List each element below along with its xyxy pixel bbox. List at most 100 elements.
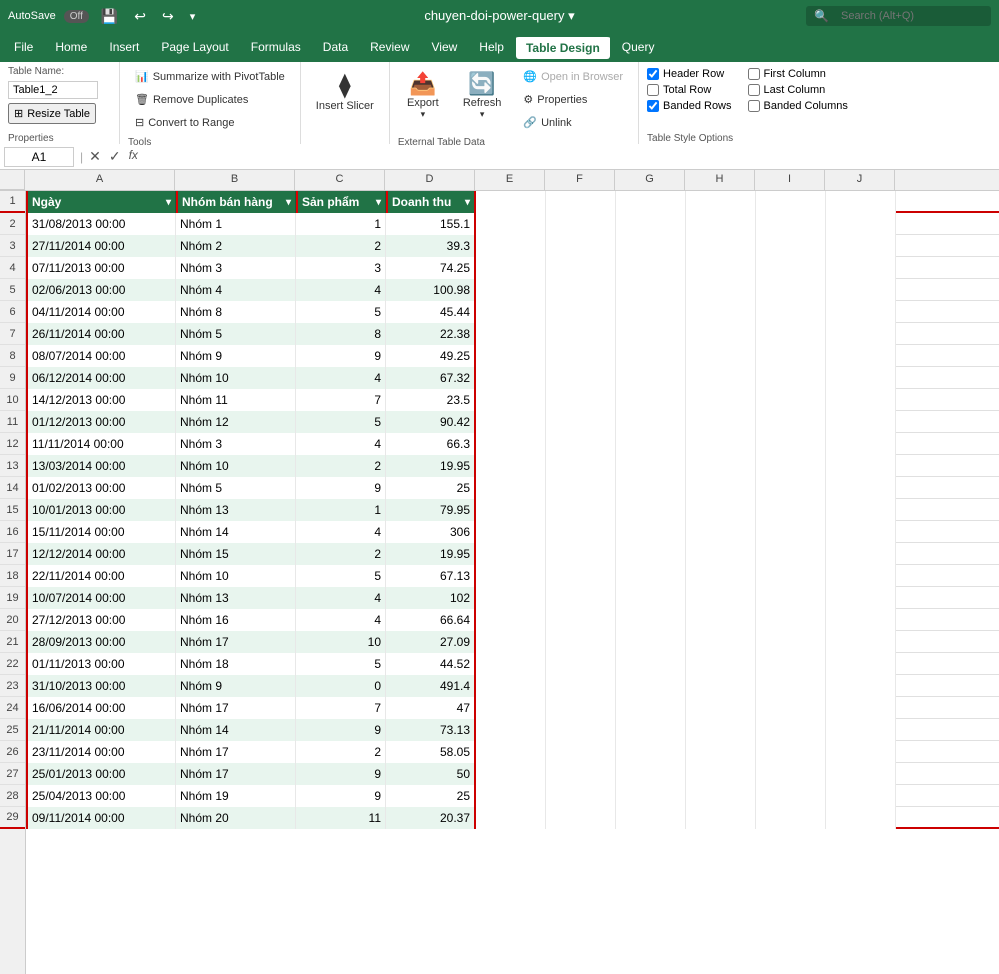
empty-cell[interactable] [546,609,616,631]
table-cell[interactable]: 100.98 [386,279,476,301]
empty-cell[interactable] [826,675,896,697]
table-cell[interactable]: Nhóm 5 [176,323,296,345]
empty-cell[interactable] [686,565,756,587]
empty-cell[interactable] [616,763,686,785]
table-cell[interactable]: 9 [296,785,386,807]
empty-cell[interactable] [756,235,826,257]
redo-button[interactable]: ↪ [158,6,178,27]
empty-cell[interactable] [476,675,546,697]
table-cell[interactable]: 09/11/2014 00:00 [26,807,176,829]
table-cell[interactable]: 21/11/2014 00:00 [26,719,176,741]
table-cell[interactable]: 06/12/2014 00:00 [26,367,176,389]
table-cell[interactable]: 10/07/2014 00:00 [26,587,176,609]
last-column-checkbox[interactable] [748,84,760,96]
empty-cell[interactable] [546,433,616,455]
empty-cell[interactable] [616,455,686,477]
table-cell[interactable]: 31/08/2013 00:00 [26,213,176,235]
table-row[interactable]: 23/11/2014 00:00Nhóm 17258.05 [26,741,999,763]
empty-cell[interactable] [686,763,756,785]
empty-cell[interactable] [616,213,686,235]
col-header-e[interactable]: E [475,170,545,190]
col-header-h[interactable]: H [685,170,755,190]
search-input[interactable] [833,8,983,24]
table-cell[interactable]: 79.95 [386,499,476,521]
table-cell[interactable]: 5 [296,411,386,433]
col-header-b[interactable]: B [175,170,295,190]
banded-columns-checkbox-row[interactable]: Banded Columns [748,100,848,112]
table-cell[interactable]: 31/10/2013 00:00 [26,675,176,697]
table-row[interactable]: 27/11/2014 00:00Nhóm 2239.3 [26,235,999,257]
table-row[interactable]: 16/06/2014 00:00Nhóm 17747 [26,697,999,719]
table-cell[interactable]: 26/11/2014 00:00 [26,323,176,345]
table-row[interactable]: 31/10/2013 00:00Nhóm 90491.4 [26,675,999,697]
empty-cell[interactable] [826,389,896,411]
formula-input[interactable] [142,148,995,166]
empty-cell[interactable] [826,785,896,807]
table-row[interactable]: 25/04/2013 00:00Nhóm 19925 [26,785,999,807]
empty-cell[interactable] [476,301,546,323]
table-row[interactable]: 10/01/2013 00:00Nhóm 13179.95 [26,499,999,521]
table-row[interactable]: 04/11/2014 00:00Nhóm 8545.44 [26,301,999,323]
col-header-a[interactable]: A [25,170,175,190]
menu-insert[interactable]: Insert [99,36,149,58]
empty-cell[interactable] [546,455,616,477]
table-cell[interactable]: Nhóm 10 [176,455,296,477]
table-cell[interactable]: 66.64 [386,609,476,631]
empty-cell[interactable] [686,499,756,521]
empty-header-4[interactable] [476,191,546,213]
table-row[interactable]: 28/09/2013 00:00Nhóm 171027.09 [26,631,999,653]
empty-cell[interactable] [546,213,616,235]
empty-cell[interactable] [476,367,546,389]
empty-cell[interactable] [686,323,756,345]
table-cell[interactable]: 4 [296,587,386,609]
table-cell[interactable]: 23.5 [386,389,476,411]
table-cell[interactable]: 2 [296,741,386,763]
empty-cell[interactable] [686,543,756,565]
table-cell[interactable]: 4 [296,367,386,389]
empty-cell[interactable] [826,609,896,631]
autosave-toggle[interactable]: Off [64,10,89,23]
table-header-1[interactable]: Nhóm bán hàng ▾ [176,191,296,213]
table-cell[interactable]: 10/01/2013 00:00 [26,499,176,521]
menu-table-design[interactable]: Table Design [516,35,610,59]
empty-cell[interactable] [826,235,896,257]
empty-cell[interactable] [546,521,616,543]
empty-cell[interactable] [826,301,896,323]
table-cell[interactable]: Nhóm 17 [176,697,296,719]
empty-cell[interactable] [616,433,686,455]
properties-button[interactable]: ⚙ Properties [516,89,630,110]
table-cell[interactable]: 39.3 [386,235,476,257]
table-cell[interactable]: Nhóm 13 [176,499,296,521]
empty-cell[interactable] [546,763,616,785]
empty-cell[interactable] [826,719,896,741]
empty-cell[interactable] [686,587,756,609]
empty-cell[interactable] [756,279,826,301]
col-header-g[interactable]: G [615,170,685,190]
open-browser-button[interactable]: 🌐 Open in Browser [516,66,630,87]
refresh-button[interactable]: 🔄 Refresh ▾ [456,66,509,125]
table-cell[interactable]: Nhóm 18 [176,653,296,675]
table-cell[interactable]: 14/12/2013 00:00 [26,389,176,411]
empty-cell[interactable] [826,521,896,543]
empty-cell[interactable] [546,257,616,279]
empty-header-6[interactable] [616,191,686,213]
empty-cell[interactable] [756,741,826,763]
table-cell[interactable]: 22.38 [386,323,476,345]
table-row[interactable]: 11/11/2014 00:00Nhóm 3466.3 [26,433,999,455]
empty-cell[interactable] [756,411,826,433]
cell-ref-input[interactable] [4,147,74,167]
empty-cell[interactable] [826,433,896,455]
empty-cell[interactable] [546,675,616,697]
table-cell[interactable]: 45.44 [386,301,476,323]
empty-cell[interactable] [476,235,546,257]
table-row[interactable]: 09/11/2014 00:00Nhóm 201120.37 [26,807,999,829]
empty-cell[interactable] [546,807,616,829]
menu-home[interactable]: Home [45,36,97,58]
empty-cell[interactable] [826,587,896,609]
table-cell[interactable]: Nhóm 3 [176,257,296,279]
table-cell[interactable]: 2 [296,235,386,257]
table-cell[interactable]: 25 [386,785,476,807]
table-cell[interactable]: Nhóm 17 [176,763,296,785]
summarize-pivottable-button[interactable]: 📊 Summarize with PivotTable [128,66,292,87]
col-header-i[interactable]: I [755,170,825,190]
